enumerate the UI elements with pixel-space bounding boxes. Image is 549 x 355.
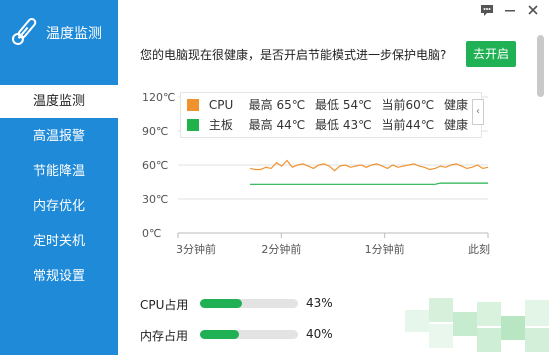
series-line-cpu [249, 159, 489, 172]
memory-usage-fill [200, 330, 240, 339]
sidebar-item-memory-optimization[interactable]: 内存优化 [0, 190, 118, 223]
legend-status: 健康 [444, 98, 469, 112]
sidebar-item-scheduled-shutdown[interactable]: 定时关机 [0, 225, 118, 258]
legend-current: 当前60℃ [381, 98, 435, 112]
legend-collapse-chevron-icon[interactable]: ‹ [472, 99, 484, 125]
y-tick-label: 120℃ [142, 91, 175, 104]
x-tick-label: 此刻 [468, 242, 490, 256]
sidebar-item-energy-saving-cooling[interactable]: 节能降温 [0, 155, 118, 188]
x-tick-label: 2分钟前 [261, 242, 301, 256]
app-brand: 温度监测 [0, 0, 118, 68]
app-title: 温度监测 [46, 26, 102, 42]
legend-current: 当前44℃ [381, 118, 435, 132]
sidebar-item-temperature-monitor[interactable]: 温度监测 [0, 85, 118, 118]
sidebar: 温度监测 温度监测 高温报警 节能降温 内存优化 定时关机 常规设置 [0, 0, 118, 355]
y-tick-label: 90℃ [142, 125, 168, 138]
chat-bubble-icon[interactable] [480, 3, 494, 17]
series-line-motherboard [250, 182, 488, 185]
legend-min: 最低 54℃ [315, 98, 372, 112]
cpu-usage-label: CPU占用 [140, 298, 189, 312]
x-tick-label: 3分钟前 [176, 242, 216, 256]
legend-row-motherboard: 主板 最高 44℃ 最低 43℃ 当前44℃ 健康 [187, 115, 474, 135]
legend-name: CPU [208, 98, 234, 112]
legend-max: 最高 65℃ [248, 98, 306, 112]
close-icon[interactable] [526, 3, 540, 17]
pixelated-mosaic [405, 298, 549, 355]
x-tick-label: 1分钟前 [365, 242, 405, 256]
legend-name: 主板 [208, 118, 233, 132]
legend-status: 健康 [444, 118, 469, 132]
sidebar-item-general-settings[interactable]: 常规设置 [0, 260, 118, 293]
y-tick-label: 30℃ [142, 193, 168, 206]
y-tick-label: 0℃ [142, 227, 161, 240]
legend-row-cpu: CPU 最高 65℃ 最低 54℃ 当前60℃ 健康 [187, 95, 474, 115]
health-banner-text: 您的电脑现在很健康，是否开启节能模式进一步保护电脑? [140, 48, 447, 62]
cpu-color-swatch [187, 99, 199, 111]
motherboard-color-swatch [187, 119, 199, 131]
legend-min: 最低 43℃ [315, 118, 372, 132]
sidebar-item-high-temp-alarm[interactable]: 高温报警 [0, 120, 118, 153]
cpu-usage-bar [200, 299, 298, 308]
cpu-usage-percent: 43% [306, 296, 333, 310]
chart-legend: CPU 最高 65℃ 最低 54℃ 当前60℃ 健康 主板 最高 44℃ 最低 … [180, 92, 482, 138]
minimize-icon[interactable] [503, 3, 517, 17]
memory-usage-percent: 40% [306, 327, 333, 341]
memory-usage-bar [200, 330, 298, 339]
cpu-usage-fill [200, 299, 243, 308]
enable-energy-saving-button[interactable]: 去开启 [466, 41, 516, 67]
memory-usage-label: 内存占用 [140, 329, 189, 343]
scrollbar-thumb[interactable] [537, 35, 544, 97]
legend-max: 最高 44℃ [248, 118, 306, 132]
thermometer-icon [11, 18, 37, 45]
y-tick-label: 60℃ [142, 159, 168, 172]
